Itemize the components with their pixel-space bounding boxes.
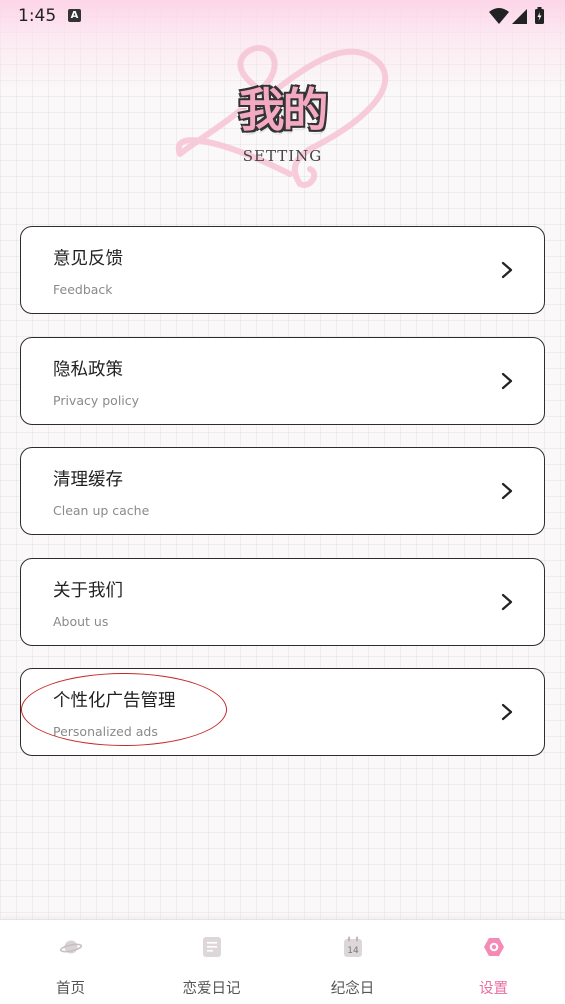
tab-anniversary[interactable]: 14 纪念日 [282,920,423,1004]
menu-item-subtitle: Clean up cache [53,503,150,518]
menu-item-title: 个性化广告管理 [53,691,176,711]
tab-label: 恋爱日记 [182,981,241,997]
menu-item-title: 关于我们 [53,580,123,601]
tab-label: 设置 [479,981,508,997]
page-title: 我的 [238,83,329,137]
menu-item-clear-cache[interactable]: 清理缓存 Clean up cache [20,447,545,535]
chevron-right-icon [501,261,513,279]
chevron-right-icon [501,372,513,389]
menu-item-feedback[interactable]: 意见反馈 Feedback [20,226,545,314]
bottom-tab-bar: 首页 恋爱日记 14 纪念日 设置 [0,919,565,1004]
tab-label: 首页 [56,981,85,997]
status-icons [489,7,549,25]
page-subtitle: SETTING [242,147,323,165]
chevron-right-icon [501,482,513,500]
notification-a-icon: A [68,9,81,22]
status-time: 1:45 [18,6,57,26]
calendar-icon-text: 14 [347,946,359,956]
battery-icon [535,7,544,24]
page-header: 我的 SETTING [0,34,565,194]
menu-item-title: 意见反馈 [53,249,123,269]
tab-love-diary[interactable]: 恋爱日记 [141,920,282,1004]
settings-menu: 意见反馈 Feedback 隐私政策 Privacy policy 清理缓存 C… [20,226,545,779]
menu-item-subtitle: Feedback [53,282,113,297]
diary-icon [202,937,221,957]
menu-item-subtitle: About us [53,613,109,629]
signal-icon [512,9,527,24]
tab-home[interactable]: 首页 [0,920,141,1004]
chevron-right-icon [501,703,513,721]
tab-settings[interactable]: 设置 [423,920,564,1004]
status-bar: 1:45 A [0,0,565,34]
settings-icon [483,938,504,956]
menu-item-title: 隐私政策 [53,359,123,380]
chevron-right-icon [501,593,513,610]
menu-item-personalized-ads[interactable]: 个性化广告管理 Personalized ads [20,668,545,756]
menu-item-title: 清理缓存 [53,470,123,490]
wifi-icon [489,8,509,24]
planet-icon [59,940,82,954]
menu-item-about-us[interactable]: 关于我们 About us [20,557,545,646]
calendar-icon: 14 [343,936,362,957]
menu-item-privacy-policy[interactable]: 隐私政策 Privacy policy [20,336,545,425]
menu-item-subtitle: Personalized ads [53,724,158,739]
menu-item-subtitle: Privacy policy [53,392,140,408]
tab-label: 纪念日 [330,981,375,997]
